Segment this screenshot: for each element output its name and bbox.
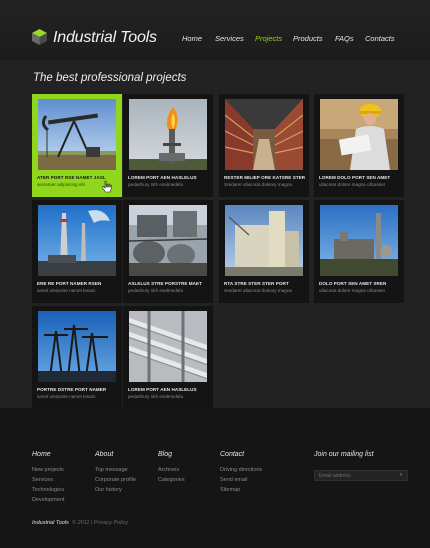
project-subtitle: pedashury nith esalmedela: [128, 182, 183, 187]
project-title: RTA STRE STER STER PORT: [224, 281, 289, 286]
project-subtitle: sared ulerporte namet lesam: [37, 394, 96, 399]
project-card-3[interactable]: RESTER MILIEP ORE KATSRE STER Sredaret u…: [219, 94, 309, 197]
project-title: RESTER MILIEP ORE KATSRE STER: [224, 175, 306, 180]
chimneys-image: [38, 205, 116, 276]
tanks-image: [129, 205, 207, 276]
copyright-text[interactable]: © 2011 | Privacy Policy: [72, 520, 128, 526]
project-subtitle: pedashury nith esalmedela: [128, 288, 183, 293]
footer-heading-blog[interactable]: Blog: [158, 451, 172, 458]
nav-services[interactable]: Services: [215, 34, 244, 43]
nav-home[interactable]: Home: [182, 34, 202, 43]
footer-link[interactable]: Our history: [95, 487, 122, 493]
project-subtitle: sared ulerporte namet lesam: [37, 288, 96, 293]
project-title: PORTRE DSTRE PORT NAMER: [37, 387, 107, 392]
footer-link[interactable]: Archives: [158, 467, 179, 473]
footer-link[interactable]: Sitemap: [220, 487, 240, 493]
footer-heading-about[interactable]: About: [95, 451, 113, 458]
project-card-4[interactable]: LOREM DOLO PORT SEN AMET ullacorat dolor…: [314, 94, 404, 197]
project-subtitle: pedashury nith esalmedela: [128, 394, 183, 399]
engineer-image: [320, 99, 398, 170]
pipes-image: [129, 311, 207, 382]
oil-pump-image: [38, 99, 116, 170]
refinery-image: [320, 205, 398, 276]
project-card-10[interactable]: LOREM PORT AEN HASLELUS pedashury nith e…: [123, 306, 213, 409]
gas-flare-image: [129, 99, 207, 170]
project-card-9[interactable]: PORTRE DSTRE PORT NAMER sared ulerporte …: [32, 306, 122, 409]
nav-faqs[interactable]: FAQs: [335, 34, 354, 43]
nav-products[interactable]: Products: [293, 34, 323, 43]
footer-heading-home[interactable]: Home: [32, 451, 51, 458]
project-subtitle: ullacorat dolore magna ullcasser: [319, 182, 386, 187]
silo-building-image: [225, 205, 303, 276]
footer-link[interactable]: Corporate profile: [95, 477, 136, 483]
project-title: ERE RE PORT NAMER RSEN: [37, 281, 102, 286]
cranes-image: [38, 311, 116, 382]
copyright-brand: Industrial Tools: [32, 520, 69, 526]
project-card-6[interactable]: ASLELUS STRE PORSTRE MAET pedashury nith…: [123, 200, 213, 303]
nav-projects[interactable]: Projects: [255, 34, 282, 43]
project-card-8[interactable]: DOLO PORT SEN AMET SREN ullacorat dolore…: [314, 200, 404, 303]
footer-link[interactable]: Technologies: [32, 487, 64, 493]
footer-link[interactable]: New projects: [32, 467, 64, 473]
footer-link[interactable]: Categories: [158, 477, 185, 483]
chevron-right-icon[interactable]: ›: [396, 471, 406, 480]
mouse-cursor-icon: [102, 180, 112, 193]
footer-link[interactable]: Development: [32, 497, 64, 503]
main-nav: Home Services Projects Products FAQs Con…: [0, 34, 430, 46]
project-title: ASLELUS STRE PORSTRE MAET: [128, 281, 202, 286]
footer-link[interactable]: Send email: [220, 477, 248, 483]
project-title: LOREM PORT AEN HASLELUS: [128, 387, 197, 392]
project-title: LOREM DOLO PORT SEN AMET: [319, 175, 391, 180]
project-title: LOREM PORT AEN HASLELUS: [128, 175, 197, 180]
footer-heading-contact[interactable]: Contact: [220, 451, 244, 458]
footer-link[interactable]: Driving directions: [220, 467, 262, 473]
mailing-heading: Join our mailing list: [314, 451, 374, 458]
page-title: The best professional projects: [33, 72, 187, 84]
footer-link[interactable]: Top message: [95, 467, 128, 473]
project-card-5[interactable]: ERE RE PORT NAMER RSEN sared ulerporte n…: [32, 200, 122, 303]
email-field[interactable]: [314, 470, 408, 481]
project-card-2[interactable]: LOREM PORT AEN HASLELUS pedashury nith e…: [123, 94, 213, 197]
project-subtitle: Sredaret ullacorat doleary magna: [224, 288, 292, 293]
project-title: DOLO PORT SEN AMET SREN: [319, 281, 387, 286]
footer-link[interactable]: Services: [32, 477, 53, 483]
project-subtitle: Sredaret ullacorat doleary magna: [224, 182, 292, 187]
project-card-7[interactable]: RTA STRE STER STER PORT Sredaret ullacor…: [219, 200, 309, 303]
project-subtitle: ullacorat dolore magna ullcasser: [319, 288, 386, 293]
nav-contacts[interactable]: Contacts: [365, 34, 395, 43]
warehouse-racks-image: [225, 99, 303, 170]
